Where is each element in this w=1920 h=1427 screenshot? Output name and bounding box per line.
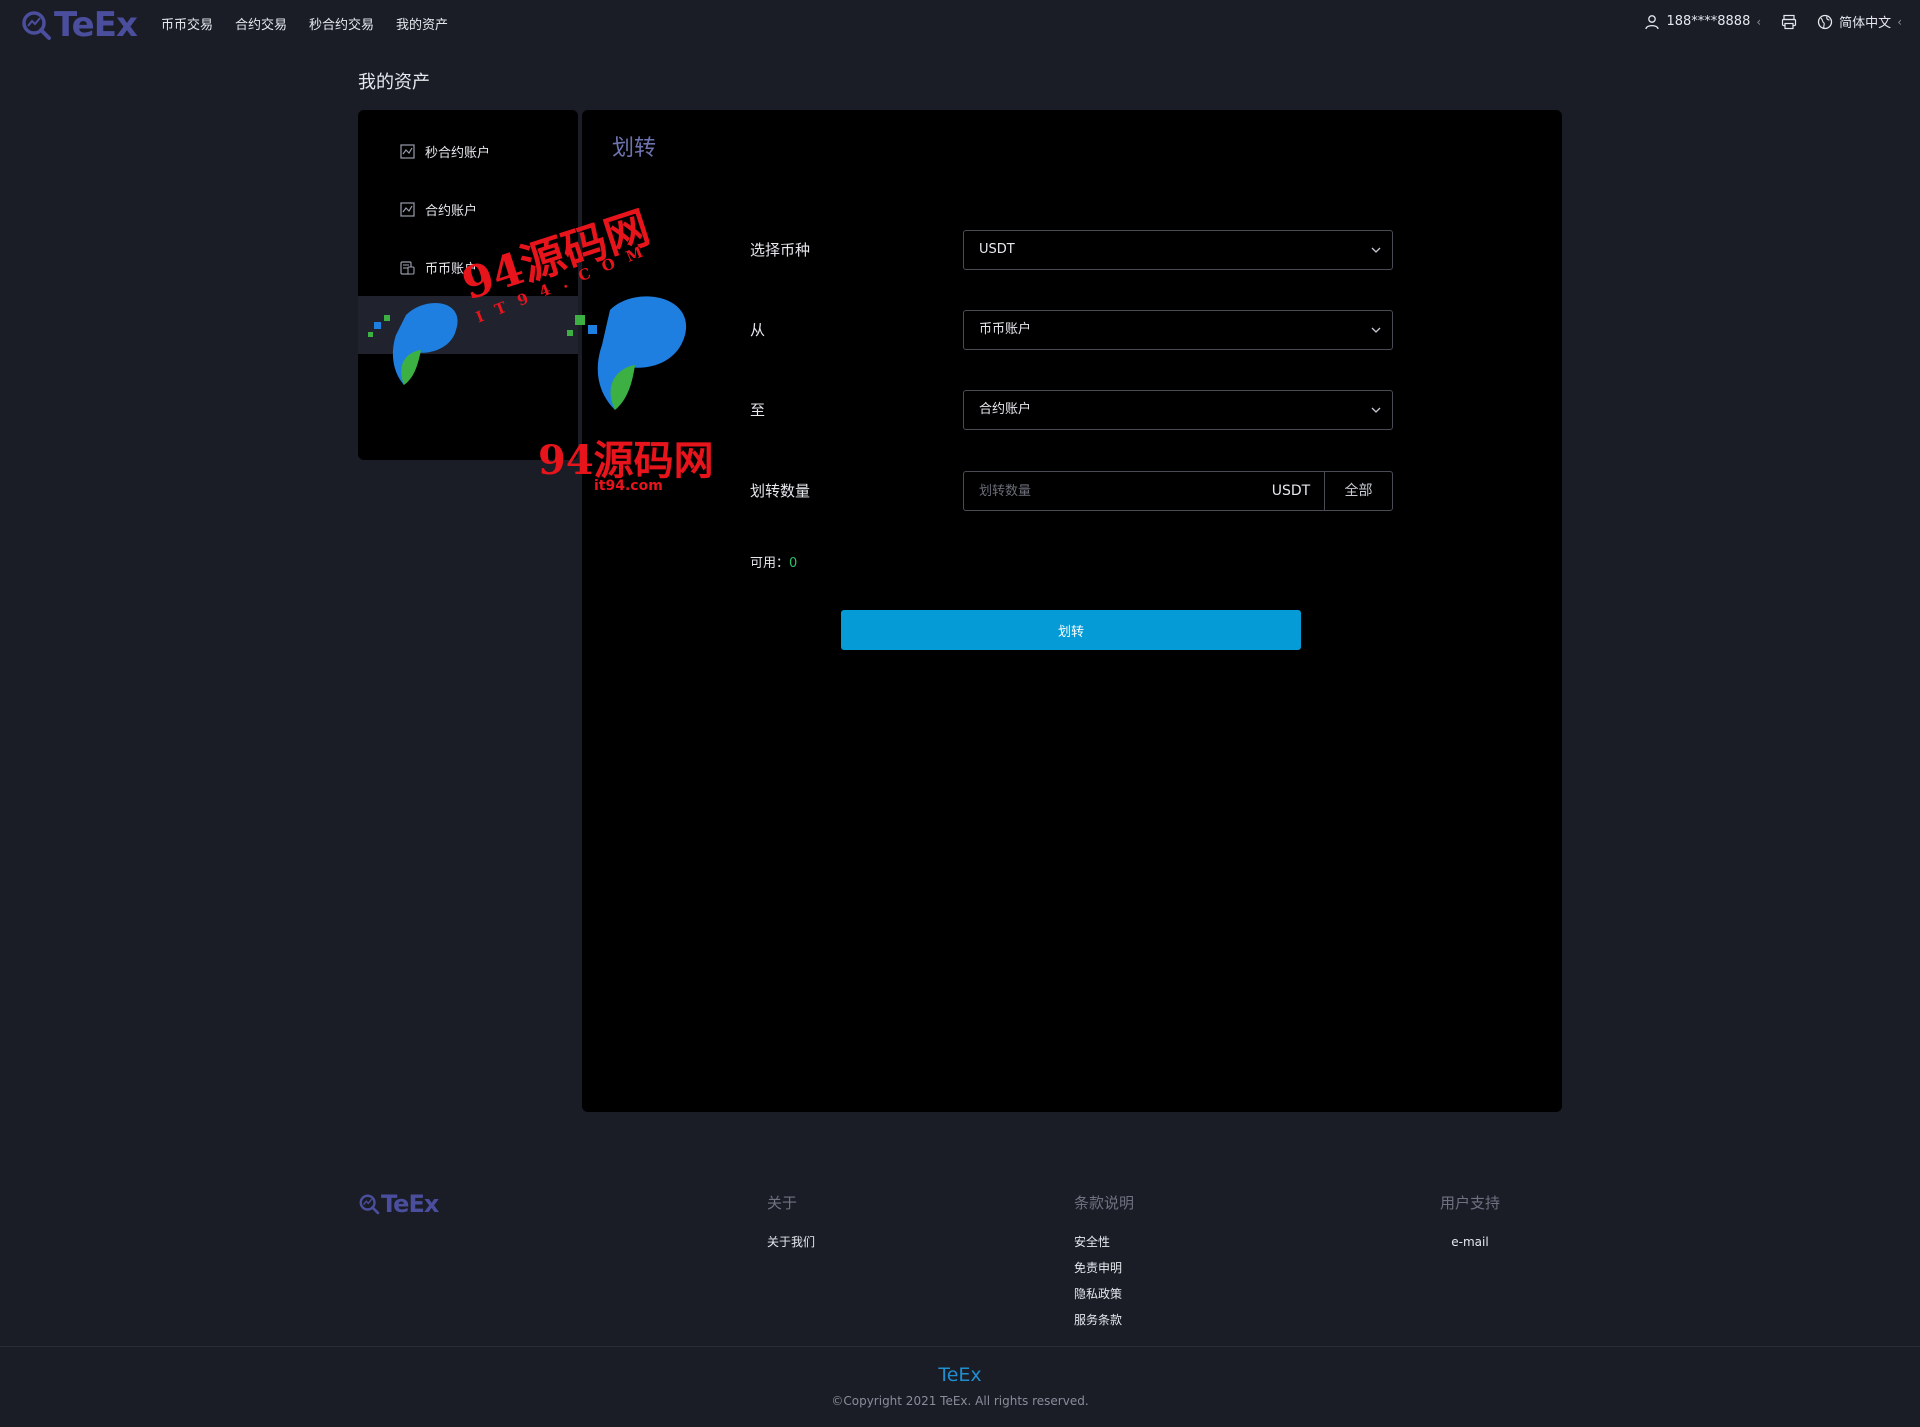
main-nav: 币币交易 合约交易 秒合约交易 我的资产	[161, 14, 448, 33]
printer-icon	[1782, 14, 1797, 29]
header-right: 188****8888 ‹ 简体中文 ‹	[1644, 12, 1902, 31]
amount-row: 划转数量 USDT 全部	[750, 471, 1393, 511]
footer-divider	[0, 1346, 1920, 1347]
nav-contract-trading[interactable]: 合约交易	[235, 14, 287, 33]
footer-terms-title: 条款说明	[1074, 1194, 1135, 1212]
to-row: 至 合约账户	[750, 390, 1393, 430]
from-select-value: 币币账户	[979, 322, 1032, 337]
logo-magnifier-icon	[22, 11, 51, 40]
top-navbar: TeEx 币币交易 合约交易 秒合约交易 我的资产 188****8888 ‹	[0, 0, 1920, 48]
sidebar-item-second-contract-account[interactable]: 秒合约账户	[358, 122, 578, 180]
language-switcher[interactable]: 简体中文 ‹	[1817, 12, 1902, 31]
nav-my-assets[interactable]: 我的资产	[396, 14, 448, 33]
transfer-submit-button[interactable]: 划转	[841, 610, 1301, 650]
coin-label: 选择币种	[750, 241, 811, 259]
footer-about-column: 关于 关于我们	[767, 1192, 815, 1255]
footer-logo[interactable]: TeEx	[358, 1190, 439, 1218]
footer-support-title: 用户支持	[1440, 1194, 1501, 1212]
sidebar-item-transfer[interactable]	[358, 296, 578, 354]
chart-icon	[400, 201, 415, 217]
footer-about-title: 关于	[767, 1194, 798, 1212]
nav-spot-trading[interactable]: 币币交易	[161, 14, 213, 33]
all-button[interactable]: 全部	[1324, 472, 1392, 510]
footer-link-about-us[interactable]: 关于我们	[767, 1229, 815, 1255]
panel-title: 划转	[612, 136, 657, 161]
to-select-value: 合约账户	[979, 402, 1032, 417]
to-account-select[interactable]: 合约账户	[963, 390, 1393, 430]
chevron-down-icon	[1371, 327, 1381, 333]
coin-select-value: USDT	[979, 242, 1015, 257]
chevron-down-icon	[1371, 407, 1381, 413]
amount-input[interactable]	[964, 472, 1258, 510]
chevron-left-icon: ‹	[1897, 14, 1902, 29]
language-label: 简体中文	[1839, 16, 1892, 31]
nav-second-contract[interactable]: 秒合约交易	[309, 14, 374, 33]
footer-link-security[interactable]: 安全性	[1074, 1229, 1134, 1255]
amount-field-group: USDT 全部	[963, 471, 1393, 511]
globe-icon	[1818, 14, 1833, 29]
amount-unit: USDT	[1271, 483, 1311, 499]
user-menu[interactable]: 188****8888 ‹	[1644, 14, 1761, 30]
amount-label: 划转数量	[750, 482, 811, 500]
from-account-select[interactable]: 币币账户	[963, 310, 1393, 350]
available-label: 可用：	[750, 556, 790, 571]
copyright-text: ©Copyright 2021 TeEx. All rights reserve…	[831, 1394, 1089, 1408]
brand-logo[interactable]: TeEx	[20, 5, 138, 45]
wallet-icon	[400, 260, 415, 275]
footer-link-email[interactable]: e-mail	[1440, 1229, 1500, 1255]
footer-logo-text: TeEx	[381, 1190, 439, 1218]
sidebar-item-label: 合约账户	[425, 203, 478, 219]
footer-link-service-terms[interactable]: 服务条款	[1074, 1307, 1134, 1333]
coin-row: 选择币种 USDT	[750, 230, 1393, 270]
chevron-down-icon	[1371, 247, 1381, 253]
user-phone: 188****8888	[1666, 14, 1751, 29]
page-title: 我的资产	[358, 72, 430, 93]
chart-icon	[400, 143, 415, 159]
transfer-panel: 划转 选择币种 USDT 从 币币账户 至 合约账户 划转数量 划转数量 USD…	[582, 110, 1562, 1112]
available-balance: 可用：0	[750, 552, 797, 571]
from-label: 从	[750, 321, 766, 339]
logo-magnifier-icon	[359, 1194, 380, 1215]
to-label: 至	[750, 401, 766, 419]
available-value: 0	[789, 556, 798, 571]
footer-brand: TeEx	[938, 1364, 982, 1386]
sidebar-item-label: 秒合约账户	[425, 145, 491, 161]
footer-link-privacy[interactable]: 隐私政策	[1074, 1281, 1134, 1307]
watermark-url: it94.com	[594, 478, 663, 494]
from-row: 从 币币账户	[750, 310, 1393, 350]
download-app[interactable]	[1781, 14, 1797, 30]
chevron-left-icon: ‹	[1756, 14, 1762, 29]
user-icon	[1645, 14, 1660, 29]
logo-text: TeEx	[54, 5, 138, 45]
footer-link-disclaimer[interactable]: 免责申明	[1074, 1255, 1134, 1281]
coin-select[interactable]: USDT	[963, 230, 1393, 270]
footer-terms-column: 条款说明 安全性 免责申明 隐私政策 服务条款	[1074, 1192, 1134, 1333]
footer-support-column: 用户支持 e-mail	[1440, 1192, 1500, 1255]
